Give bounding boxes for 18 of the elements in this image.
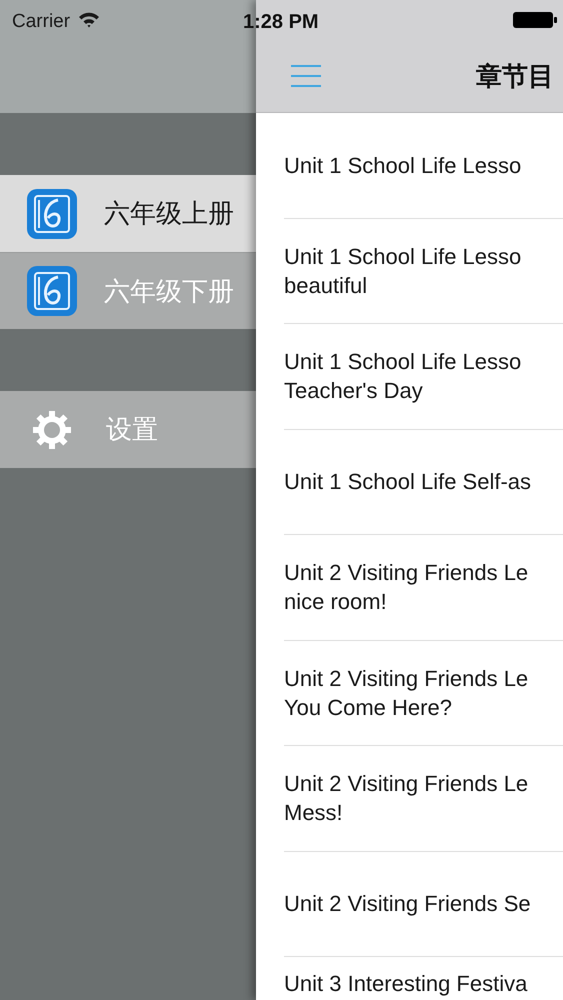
chapter-row[interactable]: Unit 1 School Life Lesso beautiful bbox=[284, 218, 563, 324]
book-menu-item[interactable]: 六年级上册 bbox=[0, 175, 256, 252]
chapter-row[interactable]: Unit 3 Interesting Festiva bbox=[284, 957, 563, 1000]
chapter-row[interactable]: Unit 2 Visiting Friends Se bbox=[284, 852, 563, 957]
chapter-row[interactable]: Unit 1 School Life Lesso Teacher's Day bbox=[284, 324, 563, 430]
chapter-row[interactable]: Unit 1 School Life Self-as bbox=[284, 430, 563, 535]
chapter-row[interactable]: Unit 2 Visiting Friends Le Mess! bbox=[284, 746, 563, 852]
status-time: 1:28 PM bbox=[243, 10, 319, 35]
chapter-row[interactable]: Unit 2 Visiting Friends Le nice room! bbox=[284, 535, 563, 640]
chapter-row[interactable]: Unit 1 School Life Lesso bbox=[284, 113, 563, 218]
nav-title: 章节目 bbox=[476, 60, 554, 92]
book-icon bbox=[26, 265, 78, 317]
wifi-icon bbox=[78, 11, 100, 29]
chapter-row[interactable]: Unit 2 Visiting Friends Le You Come Here? bbox=[284, 640, 563, 746]
book-icon bbox=[26, 188, 78, 240]
battery-icon bbox=[513, 11, 557, 29]
carrier-label: Carrier bbox=[12, 10, 70, 34]
menu-icon bbox=[291, 64, 321, 88]
